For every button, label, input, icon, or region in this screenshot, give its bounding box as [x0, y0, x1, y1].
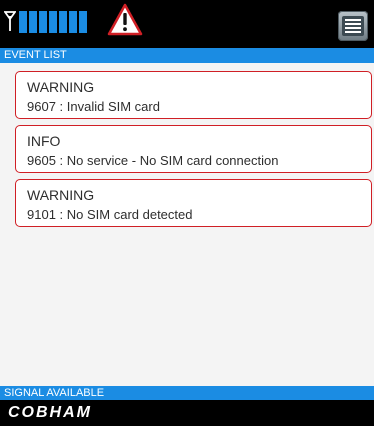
event-item[interactable]: WARNING 9101 : No SIM card detected: [15, 179, 372, 227]
brand-logo: COBHAM: [8, 404, 92, 421]
antenna-icon: [4, 11, 16, 31]
signal-status: SIGNAL AVAILABLE: [0, 386, 374, 400]
page-title: EVENT LIST: [0, 48, 374, 63]
event-message: 9101 : No SIM card detected: [27, 207, 193, 222]
menu-button[interactable]: [338, 11, 368, 41]
event-level: INFO: [27, 133, 61, 149]
event-item[interactable]: WARNING 9607 : Invalid SIM card: [15, 71, 372, 119]
signal-bar: [29, 11, 37, 33]
event-level: WARNING: [27, 187, 95, 203]
warning-icon[interactable]: [107, 3, 143, 36]
signal-bar: [69, 11, 77, 33]
event-item[interactable]: INFO 9605 : No service - No SIM card con…: [15, 125, 372, 173]
signal-bar: [79, 11, 87, 33]
signal-bar: [19, 11, 27, 33]
event-list: WARNING 9607 : Invalid SIM card INFO 960…: [0, 63, 374, 386]
status-bar: [0, 0, 374, 48]
event-level: WARNING: [27, 79, 95, 95]
signal-bar: [39, 11, 47, 33]
event-message: 9605 : No service - No SIM card connecti…: [27, 153, 279, 168]
event-message: 9607 : Invalid SIM card: [27, 99, 160, 114]
footer: COBHAM: [0, 400, 374, 426]
signal-bar: [49, 11, 57, 33]
signal-strength-indicator: [19, 11, 87, 33]
menu-icon: [342, 16, 364, 36]
signal-bar: [59, 11, 67, 33]
